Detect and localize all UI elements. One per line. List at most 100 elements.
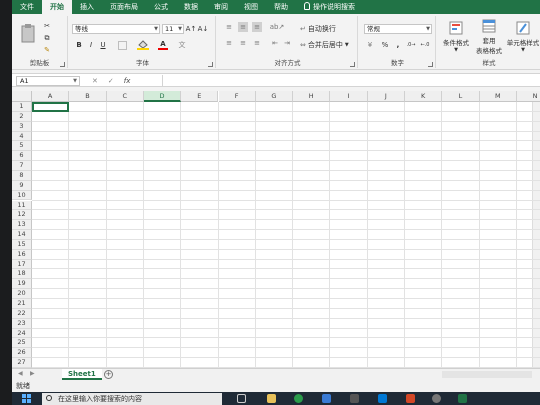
column-header-l[interactable]: L: [442, 91, 480, 102]
row-header-25[interactable]: 25: [12, 338, 32, 349]
copy-icon[interactable]: ⧉: [42, 34, 52, 42]
number-launcher[interactable]: [428, 62, 433, 67]
scroll-left-icon[interactable]: ◀: [18, 370, 23, 377]
tab-file[interactable]: 文件: [12, 0, 42, 14]
mail-icon[interactable]: [378, 394, 387, 403]
decrease-decimal-icon[interactable]: ←.0: [420, 40, 430, 50]
row-header-11[interactable]: 11: [12, 200, 32, 211]
row-header-21[interactable]: 21: [12, 299, 32, 309]
active-cell-a1[interactable]: [32, 102, 70, 112]
row-header-26[interactable]: 26: [12, 348, 32, 359]
row-header-5[interactable]: 5: [12, 141, 32, 152]
row-header-7[interactable]: 7: [12, 161, 32, 171]
row-header-19[interactable]: 19: [12, 279, 32, 290]
tab-review[interactable]: 审阅: [206, 0, 236, 14]
row-header-10[interactable]: 10: [12, 190, 32, 201]
row-header-27[interactable]: 27: [12, 358, 32, 368]
column-header-f[interactable]: F: [218, 91, 256, 102]
enter-icon[interactable]: ✓: [108, 77, 114, 85]
row-header-24[interactable]: 24: [12, 328, 32, 339]
row-header-6[interactable]: 6: [12, 151, 32, 162]
merge-center-button[interactable]: ⇔ 合并后居中 ▼: [300, 40, 356, 50]
number-format-select[interactable]: 常规 ▼: [364, 24, 432, 34]
cut-icon[interactable]: ✂: [42, 22, 52, 30]
clipboard-launcher[interactable]: [60, 62, 65, 67]
office-icon[interactable]: [406, 394, 415, 403]
tab-home[interactable]: 开始: [42, 0, 72, 14]
tab-data[interactable]: 数据: [176, 0, 206, 14]
column-header-c[interactable]: C: [106, 91, 144, 102]
format-painter-icon[interactable]: ✎: [42, 46, 52, 54]
task-view-icon[interactable]: [237, 394, 246, 403]
row-header-15[interactable]: 15: [12, 239, 32, 250]
row-header-22[interactable]: 22: [12, 308, 32, 319]
increase-decimal-icon[interactable]: .0→: [406, 40, 416, 50]
edge-icon[interactable]: [322, 394, 331, 403]
tell-me-search[interactable]: 操作说明搜索: [296, 0, 363, 14]
decrease-indent-icon[interactable]: ⇤: [270, 38, 280, 48]
select-all-corner[interactable]: [12, 91, 32, 102]
column-header-d[interactable]: D: [143, 91, 182, 102]
row-header-18[interactable]: 18: [12, 269, 32, 280]
worksheet-grid[interactable]: A B C D E F G H I J K L M N 1 2 3 4 5 6 7 8 9 10 11 12 13 14 15 16 17 1…: [12, 91, 540, 368]
shrink-font-icon[interactable]: A↓: [198, 24, 209, 34]
alignment-launcher[interactable]: [350, 62, 355, 67]
align-top-icon[interactable]: ≡: [224, 22, 234, 32]
scroll-right-icon[interactable]: ▶: [30, 370, 35, 377]
fill-color-button[interactable]: [136, 40, 150, 50]
column-header-n[interactable]: N: [516, 91, 540, 102]
column-header-b[interactable]: B: [69, 91, 107, 102]
border-icon[interactable]: [116, 40, 128, 50]
format-as-table-button[interactable]: 套用 表格格式: [474, 18, 504, 56]
orientation-icon[interactable]: ab↗: [270, 22, 285, 32]
paste-button[interactable]: [20, 22, 36, 44]
row-header-20[interactable]: 20: [12, 289, 32, 299]
column-header-a[interactable]: A: [32, 91, 70, 102]
row-header-13[interactable]: 13: [12, 220, 32, 231]
column-header-h[interactable]: H: [293, 91, 331, 102]
row-header-8[interactable]: 8: [12, 170, 32, 181]
font-color-button[interactable]: A: [156, 40, 170, 50]
sheet-tab-sheet1[interactable]: Sheet1: [62, 369, 102, 380]
align-bottom-icon[interactable]: ≡: [252, 22, 262, 32]
align-middle-icon[interactable]: ≡: [238, 22, 248, 32]
bold-button[interactable]: B: [74, 40, 84, 50]
column-header-k[interactable]: K: [405, 91, 443, 102]
font-size-select[interactable]: 11 ▼: [162, 24, 184, 34]
comma-button[interactable]: ,: [394, 40, 402, 50]
column-header-j[interactable]: J: [367, 91, 405, 102]
formula-input[interactable]: [162, 75, 538, 87]
row-header-16[interactable]: 16: [12, 249, 32, 260]
horizontal-scrollbar[interactable]: [442, 371, 532, 378]
grow-font-icon[interactable]: A↑: [186, 24, 197, 34]
cell-styles-button[interactable]: 单元格样式 ▼: [506, 18, 540, 56]
tab-page-layout[interactable]: 页面布局: [102, 0, 146, 14]
browser-icon[interactable]: [294, 394, 303, 403]
row-header-1[interactable]: 1: [12, 102, 32, 112]
column-header-e[interactable]: E: [181, 91, 219, 102]
tab-insert[interactable]: 插入: [72, 0, 102, 14]
align-right-icon[interactable]: ≡: [252, 38, 262, 48]
add-sheet-button[interactable]: +: [104, 370, 113, 379]
wrap-text-button[interactable]: ↵ 自动换行: [300, 24, 356, 34]
font-name-select[interactable]: 等线 ▼: [72, 24, 160, 34]
increase-indent-icon[interactable]: ⇥: [282, 38, 292, 48]
percent-button[interactable]: %: [380, 40, 390, 50]
conditional-format-button[interactable]: 条件格式 ▼: [440, 18, 472, 56]
taskbar-search-box[interactable]: 在这里输入你要搜索的内容: [42, 393, 222, 405]
column-header-m[interactable]: M: [479, 91, 517, 102]
row-header-3[interactable]: 3: [12, 121, 32, 132]
phonetic-icon[interactable]: 文: [176, 40, 188, 50]
cancel-icon[interactable]: ✕: [92, 77, 98, 85]
underline-button[interactable]: U: [98, 40, 108, 50]
font-launcher[interactable]: [208, 62, 213, 67]
row-header-23[interactable]: 23: [12, 318, 32, 329]
row-header-9[interactable]: 9: [12, 180, 32, 191]
row-header-4[interactable]: 4: [12, 131, 32, 142]
align-center-icon[interactable]: ≡: [238, 38, 248, 48]
column-header-i[interactable]: I: [330, 91, 368, 102]
tab-formulas[interactable]: 公式: [146, 0, 176, 14]
store-icon[interactable]: [350, 394, 359, 403]
file-explorer-icon[interactable]: [267, 394, 276, 403]
tab-help[interactable]: 帮助: [266, 0, 296, 14]
